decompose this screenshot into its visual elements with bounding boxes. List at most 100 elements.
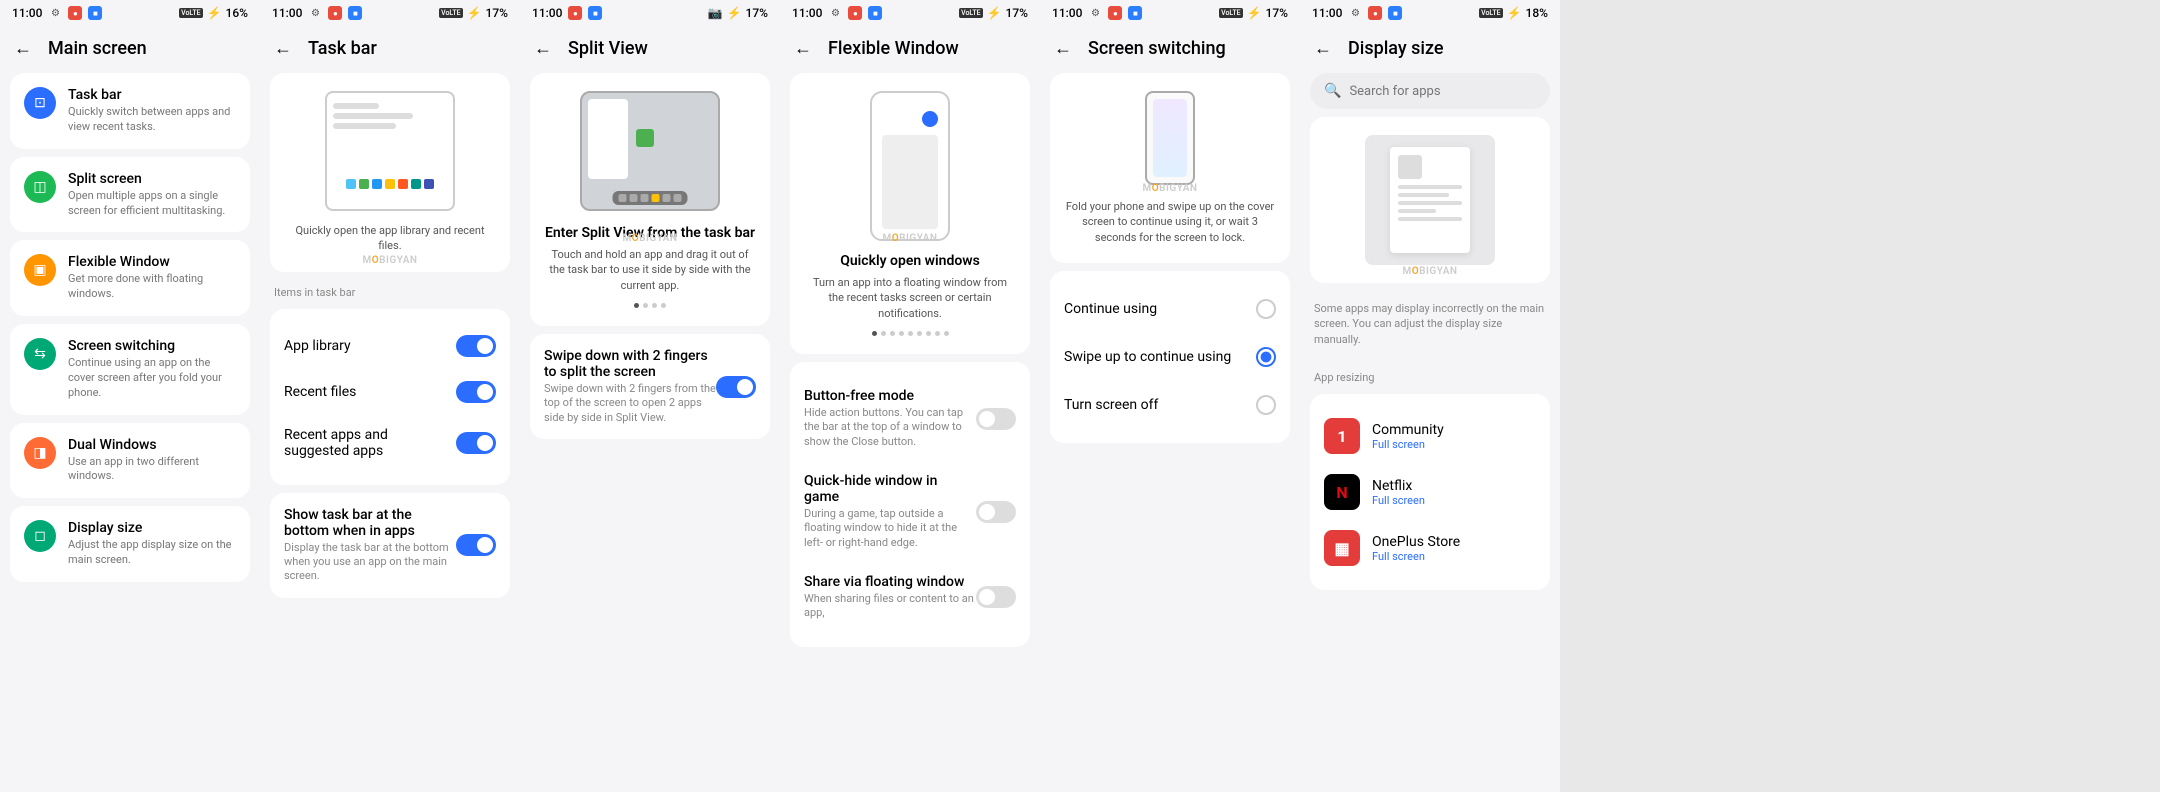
back-icon[interactable]: ← bbox=[534, 38, 552, 59]
status-bar: 11:00⚙●■ VoLTE⚡18% bbox=[1300, 0, 1560, 24]
toggle-switch[interactable] bbox=[976, 501, 1016, 523]
task-bar-icon: ⊡ bbox=[24, 87, 56, 119]
back-icon[interactable]: ← bbox=[14, 38, 32, 59]
app-icon: ▦ bbox=[1324, 530, 1360, 566]
window-icon: ▣ bbox=[24, 254, 56, 286]
radio-button[interactable] bbox=[1256, 347, 1276, 367]
status-bar: 11:00⚙●■ VoLTE⚡17% bbox=[780, 0, 1040, 24]
toggle-recent-files[interactable]: Recent files bbox=[284, 369, 496, 415]
display-icon: ◻ bbox=[24, 520, 56, 552]
caption: Quickly open the app library and recent … bbox=[284, 223, 496, 254]
gear-icon: ⚙ bbox=[1348, 6, 1362, 20]
watermark: MOBIGYAN bbox=[1143, 183, 1198, 194]
page-title: Flexible Window bbox=[828, 38, 959, 59]
back-icon[interactable]: ← bbox=[1054, 38, 1072, 59]
illustration-card: Quickly open windows Turn an app into a … bbox=[790, 73, 1030, 354]
menu-item-split-screen[interactable]: ◫Split screenOpen multiple apps on a sin… bbox=[10, 157, 250, 233]
page-title: Screen switching bbox=[1088, 38, 1226, 59]
menu-item-dual-windows[interactable]: ◨Dual WindowsUse an app in two different… bbox=[10, 423, 250, 499]
radio-group: Continue using Swipe up to continue usin… bbox=[1050, 271, 1290, 443]
search-input[interactable] bbox=[1349, 84, 1536, 99]
toggle-desc: Swipe down with 2 fingers from the top o… bbox=[544, 382, 716, 425]
back-icon[interactable]: ← bbox=[794, 38, 812, 59]
screen-main: 11:00⚙●■ VoLTE⚡16% ← Main screen ⊡Task b… bbox=[0, 0, 260, 792]
radio-continue[interactable]: Continue using bbox=[1064, 285, 1276, 333]
app-icon: ● bbox=[568, 6, 582, 20]
app-icon: ■ bbox=[588, 6, 602, 20]
back-icon[interactable]: ← bbox=[274, 38, 292, 59]
menu-item-display-size[interactable]: ◻Display sizeAdjust the app display size… bbox=[10, 506, 250, 582]
app-icon: ■ bbox=[868, 6, 882, 20]
doc-illustration bbox=[1365, 135, 1495, 265]
illus-desc: Touch and hold an app and drag it out of… bbox=[544, 247, 756, 293]
item-title: Display size bbox=[68, 520, 236, 536]
switch-icon: ⇆ bbox=[24, 338, 56, 370]
toggle-quick-hide[interactable]: Quick-hide window in gameDuring a game, … bbox=[804, 461, 1016, 562]
menu-item-screen-switching[interactable]: ⇆Screen switchingContinue using an app o… bbox=[10, 324, 250, 415]
charging-icon: ⚡ bbox=[727, 6, 742, 20]
page-dots bbox=[544, 303, 756, 308]
menu-item-task-bar[interactable]: ⊡Task barQuickly switch between apps and… bbox=[10, 73, 250, 149]
radio-button[interactable] bbox=[1256, 395, 1276, 415]
status-time: 11:00 bbox=[792, 6, 822, 20]
toggle-label: Swipe down with 2 fingers to split the s… bbox=[544, 348, 716, 380]
header: ← Task bar bbox=[260, 24, 520, 73]
battery-percent: 16% bbox=[226, 6, 248, 20]
back-icon[interactable]: ← bbox=[1314, 38, 1332, 59]
radio-swipe-up[interactable]: Swipe up to continue using bbox=[1064, 333, 1276, 381]
volte-icon: VoLTE bbox=[1479, 8, 1502, 18]
illustration-card: Enter Split View from the task bar Touch… bbox=[530, 73, 770, 326]
battery-percent: 18% bbox=[1526, 6, 1548, 20]
header: ← Split View bbox=[520, 24, 780, 73]
charging-icon: ⚡ bbox=[1247, 6, 1262, 20]
toggle-recent-apps[interactable]: Recent apps and suggested apps bbox=[284, 415, 496, 471]
battery-percent: 17% bbox=[746, 6, 768, 20]
toggle-group: App library Recent files Recent apps and… bbox=[270, 309, 510, 485]
app-icon: ● bbox=[848, 6, 862, 20]
item-desc: Continue using an app on the cover scree… bbox=[68, 356, 236, 401]
toggle-button-free[interactable]: Button-free modeHide action buttons. You… bbox=[804, 376, 1016, 461]
charging-icon: ⚡ bbox=[467, 6, 482, 20]
item-title: Flexible Window bbox=[68, 254, 236, 270]
app-icon: ● bbox=[1108, 6, 1122, 20]
toggle-app-library[interactable]: App library bbox=[284, 323, 496, 369]
volte-icon: VoLTE bbox=[179, 8, 202, 18]
page-title: Main screen bbox=[48, 38, 147, 59]
status-time: 11:00 bbox=[1052, 6, 1082, 20]
item-desc: Quickly switch between apps and view rec… bbox=[68, 105, 236, 135]
screen-split-view: 11:00●■ 📷⚡17% ← Split View Enter Split V… bbox=[520, 0, 780, 792]
toggle-switch[interactable] bbox=[976, 408, 1016, 430]
page-title: Split View bbox=[568, 38, 648, 59]
toggle-switch[interactable] bbox=[716, 376, 756, 398]
search-bar[interactable]: 🔍 bbox=[1310, 73, 1550, 109]
app-icon: ● bbox=[328, 6, 342, 20]
toggle-switch[interactable] bbox=[456, 381, 496, 403]
charging-icon: ⚡ bbox=[987, 6, 1002, 20]
app-item-community[interactable]: 1CommunityFull screen bbox=[1324, 408, 1536, 464]
item-desc: Get more done with floating windows. bbox=[68, 272, 236, 302]
toggle-switch[interactable] bbox=[456, 335, 496, 357]
search-icon: 🔍 bbox=[1324, 83, 1341, 99]
menu-item-flexible-window[interactable]: ▣ Flexible Window Get more done with float… bbox=[10, 240, 250, 316]
gear-icon: ⚙ bbox=[308, 6, 322, 20]
radio-button[interactable] bbox=[1256, 299, 1276, 319]
toggle-switch[interactable] bbox=[456, 432, 496, 454]
toggle-switch[interactable] bbox=[976, 586, 1016, 608]
illustration-card: Fold your phone and swipe up on the cove… bbox=[1050, 73, 1290, 263]
toggle-show-task-bar[interactable]: Show task bar at the bottom when in apps… bbox=[270, 493, 510, 598]
toggle-swipe-split[interactable]: Swipe down with 2 fingers to split the s… bbox=[530, 334, 770, 439]
app-item-netflix[interactable]: NNetflixFull screen bbox=[1324, 464, 1536, 520]
radio-turn-off[interactable]: Turn screen off bbox=[1064, 381, 1276, 429]
toggle-desc: Display the task bar at the bottom when … bbox=[284, 541, 456, 584]
app-item-oneplus-store[interactable]: ▦OnePlus StoreFull screen bbox=[1324, 520, 1536, 576]
illustration-card: Quickly open the app library and recent … bbox=[270, 73, 510, 272]
split-icon: ◫ bbox=[24, 171, 56, 203]
toggle-label: Show task bar at the bottom when in apps bbox=[284, 507, 456, 539]
illustration-card: MOBIGYAN bbox=[1310, 117, 1550, 283]
floating-illustration bbox=[870, 91, 950, 241]
toggle-share-floating[interactable]: Share via floating windowWhen sharing fi… bbox=[804, 562, 1016, 633]
item-desc: Use an app in two different windows. bbox=[68, 455, 236, 485]
toggle-switch[interactable] bbox=[456, 534, 496, 556]
page-dots bbox=[804, 331, 1016, 336]
app-icon: ■ bbox=[1128, 6, 1142, 20]
